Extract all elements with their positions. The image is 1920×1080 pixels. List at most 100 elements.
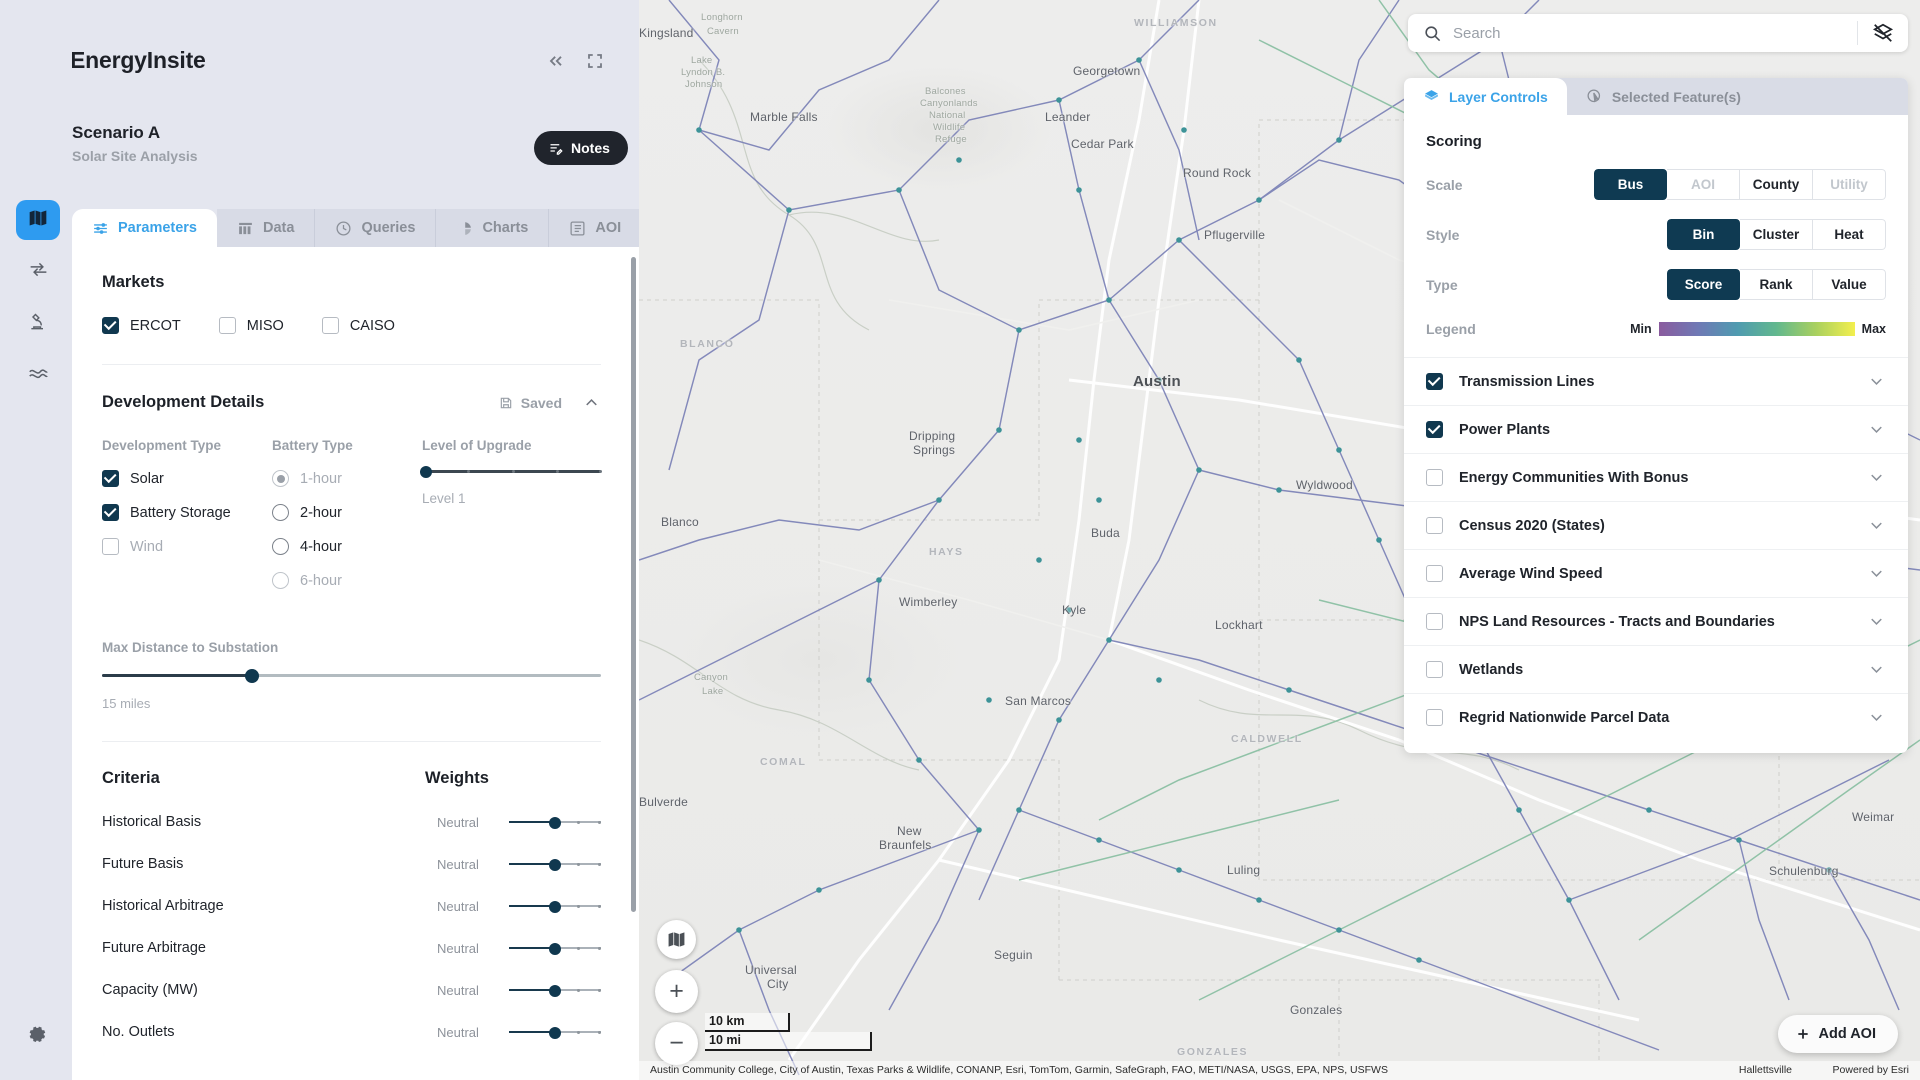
tab-parameters[interactable]: Parameters [72,209,217,247]
layer-list[interactable]: Transmission Lines Power Plants Energy Com… [1404,357,1908,741]
chevron-down-icon[interactable] [1867,420,1886,439]
layer-row[interactable]: Energy Communities With Bonus [1404,453,1908,501]
development-type-solar[interactable]: Solar [102,470,272,487]
battery-type-radio-group[interactable]: 1-hour 2-hour 4-hour 6-hour [272,470,422,589]
search-input[interactable] [1453,24,1857,42]
criteria-weight-slider[interactable] [509,857,601,871]
scale-option-bus[interactable]: Bus [1594,169,1667,200]
development-type-battery-storage[interactable]: Battery Storage [102,504,272,521]
parameters-scroll-area[interactable]: Markets ERCOT MISO CAISO Development Detai… [72,247,631,1080]
map-search-bar[interactable] [1408,14,1908,52]
radio[interactable] [272,504,289,521]
market-checkbox-miso[interactable]: MISO [218,317,284,334]
radio[interactable] [272,538,289,555]
right-tab-selected-feature-s-[interactable]: Selected Feature(s) [1567,78,1760,115]
layer-checkbox[interactable] [1426,469,1443,486]
criteria-weight-slider[interactable] [509,899,601,913]
criteria-weight-slider[interactable] [509,815,601,829]
tab-charts[interactable]: Charts [436,209,550,247]
collapse-panel-button[interactable] [544,49,568,73]
level-of-upgrade-slider-knob[interactable] [420,465,432,478]
checkbox[interactable] [321,317,339,334]
tab-queries[interactable]: Queries [315,209,437,247]
layer-row[interactable]: Regrid Nationwide Parcel Data [1404,693,1908,741]
style-option-cluster[interactable]: Cluster [1740,219,1813,250]
parameters-tabstrip[interactable]: Parameters Data Queries Charts AOI [72,209,639,247]
chevron-down-icon[interactable] [1867,372,1886,391]
type-option-value[interactable]: Value [1813,269,1886,300]
style-option-heat[interactable]: Heat [1813,219,1886,250]
layers-off-icon[interactable] [1858,22,1908,44]
chevron-down-icon[interactable] [1867,516,1886,535]
chevron-down-icon[interactable] [1867,612,1886,631]
type-option-rank[interactable]: Rank [1740,269,1813,300]
layer-checkbox[interactable] [1426,421,1443,438]
layer-row[interactable]: Census 2020 (States) [1404,501,1908,549]
type-option-score[interactable]: Score [1667,269,1740,300]
chevron-down-icon[interactable] [1867,564,1886,583]
zoom-out-button[interactable]: − [655,1022,698,1065]
scale-option-aoi[interactable]: AOI [1667,169,1740,200]
style-segmented-control[interactable]: Bin Cluster Heat [1667,219,1886,250]
market-checkbox-ercot[interactable]: ERCOT [102,317,181,334]
rail-item-microscope[interactable] [16,304,60,344]
scale-option-county[interactable]: County [1740,169,1813,200]
style-option-bin[interactable]: Bin [1667,219,1740,250]
chevron-down-icon[interactable] [1867,468,1886,487]
type-segmented-control[interactable]: Score Rank Value [1667,269,1886,300]
notes-button[interactable]: Notes [534,131,628,165]
criteria-weight-slider[interactable] [509,1025,601,1039]
rail-item-map[interactable] [16,200,60,240]
layer-row[interactable]: NPS Land Resources - Tracts and Boundari… [1404,597,1908,645]
layer-checkbox[interactable] [1426,565,1443,582]
layer-row[interactable]: Wetlands [1404,645,1908,693]
market-checkbox-caiso[interactable]: CAISO [321,317,395,334]
layer-checkbox[interactable] [1426,517,1443,534]
development-details-collapse-button[interactable] [582,393,601,412]
max-distance-slider-knob[interactable] [244,668,259,683]
zoom-in-button[interactable]: + [655,970,698,1013]
parameters-scrollbar[interactable] [631,257,636,912]
layer-row[interactable]: Transmission Lines [1404,357,1908,405]
scale-segmented-control[interactable]: Bus AOI County Utility [1594,169,1886,200]
markets-checkbox-group[interactable]: ERCOT MISO CAISO [102,317,601,334]
rail-item-waveform[interactable] [16,356,60,396]
layer-checkbox[interactable] [1426,709,1443,726]
tab-data[interactable]: Data [217,209,316,247]
layer-checkbox[interactable] [1426,373,1443,390]
criteria-name: Historical Arbitrage [102,898,224,914]
tab-aoi[interactable]: AOI [549,209,639,247]
basemap-toggle-button[interactable] [657,920,696,959]
layer-row[interactable]: Average Wind Speed [1404,549,1908,597]
layer-checkbox[interactable] [1426,613,1443,630]
checkbox[interactable] [218,317,236,334]
checkbox[interactable] [102,504,119,521]
development-type-list[interactable]: Solar Battery Storage Wind [102,470,272,555]
criteria-weight-slider-knob[interactable] [549,858,561,871]
battery-type-4-hour[interactable]: 4-hour [272,538,422,555]
criteria-weight-slider-knob[interactable] [549,1026,561,1039]
scale-option-utility[interactable]: Utility [1813,169,1886,200]
chevron-down-icon[interactable] [1867,708,1886,727]
checkbox[interactable] [102,317,119,334]
criteria-weight-slider[interactable] [509,941,601,955]
rail-item-transfer-arrows[interactable] [16,252,60,292]
layer-row[interactable]: Power Plants [1404,405,1908,453]
criteria-weight-slider-knob[interactable] [549,900,561,913]
notes-edit-icon [550,143,563,155]
layer-checkbox[interactable] [1426,661,1443,678]
checkbox[interactable] [102,470,119,487]
right-tab-layer-controls[interactable]: Layer Controls [1404,78,1567,115]
add-aoi-button[interactable]: Add AOI [1777,1015,1898,1053]
max-distance-slider[interactable] [102,668,601,683]
criteria-weight-slider[interactable] [509,983,601,997]
level-of-upgrade-slider[interactable] [420,465,603,478]
expand-panel-button[interactable] [583,49,607,73]
right-panel-tabstrip[interactable]: Layer Controls Selected Feature(s) [1404,78,1908,115]
criteria-weight-slider-knob[interactable] [549,816,561,829]
battery-type-2-hour[interactable]: 2-hour [272,504,422,521]
criteria-weight-slider-knob[interactable] [549,942,561,955]
criteria-weight-slider-knob[interactable] [549,984,561,997]
settings-button[interactable] [16,1014,60,1054]
chevron-down-icon[interactable] [1867,660,1886,679]
